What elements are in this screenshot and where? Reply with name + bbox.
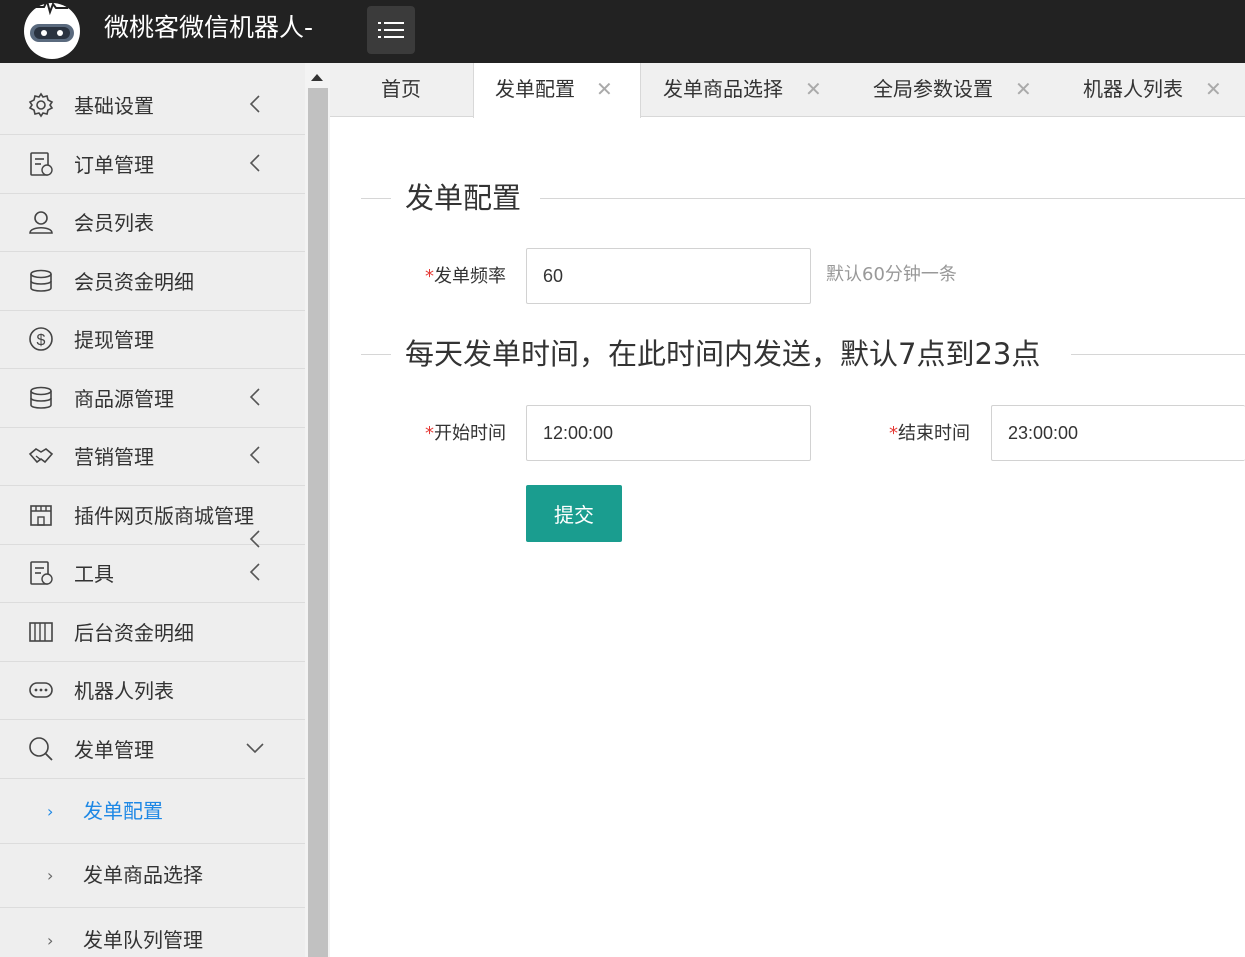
sidebar-item-label: 营销管理 <box>74 445 154 469</box>
sidebar-subitem-label: 发单商品选择 <box>83 863 203 887</box>
sidebar-subitem-label: 发单配置 <box>83 799 163 823</box>
app-title: 微桃客微信机器人- <box>104 13 314 42</box>
sidebar-item-tools[interactable]: 工具 <box>0 545 305 603</box>
chevron-left-icon <box>249 154 260 172</box>
top-header: 微桃客微信机器人- <box>0 0 1245 63</box>
sidebar-item-label: 基础设置 <box>74 94 154 118</box>
sidebar-item-label: 会员列表 <box>74 211 154 235</box>
sidebar-item-product-source[interactable]: 商品源管理 <box>0 370 305 428</box>
chevron-right-icon: › <box>47 802 54 821</box>
svg-text:$: $ <box>37 332 46 349</box>
tab-dispatch-config[interactable]: 发单配置 ✕ <box>473 63 641 118</box>
scrollbar-thumb[interactable] <box>308 88 328 957</box>
legend-divider <box>361 354 391 355</box>
chevron-left-icon <box>249 563 260 581</box>
tab-dispatch-products[interactable]: 发单商品选择 ✕ <box>641 63 841 117</box>
close-icon[interactable]: ✕ <box>805 78 822 100</box>
section-title: 发单配置 <box>405 181 522 215</box>
chevron-down-icon <box>246 743 264 754</box>
sidebar-item-label: 商品源管理 <box>74 387 174 411</box>
menu-toggle-button[interactable] <box>367 6 415 54</box>
required-mark: * <box>425 423 434 444</box>
database-icon <box>30 269 52 292</box>
sidebar-subitem-dispatch-config[interactable]: › 发单配置 <box>0 780 305 844</box>
sidebar-item-label: 订单管理 <box>74 153 154 177</box>
sidebar-item-label: 机器人列表 <box>74 679 174 703</box>
tab-label: 机器人列表 <box>1083 77 1183 101</box>
chat-icon <box>29 682 53 698</box>
frequency-input[interactable] <box>526 248 811 304</box>
section-title: 每天发单时间，在此时间内发送，默认7点到23点 <box>405 337 1041 371</box>
sidebar-subitem-label: 发单队列管理 <box>83 928 203 952</box>
chevron-left-icon <box>249 388 260 406</box>
store-icon <box>30 505 52 526</box>
sidebar-subitem-dispatch-products[interactable]: › 发单商品选择 <box>0 844 305 908</box>
sidebar-item-order-management[interactable]: 订单管理 <box>0 136 305 194</box>
order-icon <box>30 152 53 176</box>
close-icon[interactable]: ✕ <box>1205 78 1222 100</box>
sidebar-item-label: 会员资金明细 <box>74 270 194 294</box>
sidebar-item-member-list[interactable]: 会员列表 <box>0 194 305 252</box>
sidebar-item-dispatch-management[interactable]: 发单管理 <box>0 721 305 779</box>
columns-icon <box>29 622 53 642</box>
sidebar-item-basic-settings[interactable]: 基础设置 <box>0 77 305 135</box>
sidebar-item-member-funds[interactable]: 会员资金明细 <box>0 253 305 311</box>
tab-home[interactable]: 首页 <box>330 63 473 117</box>
dollar-icon: $ <box>29 327 53 351</box>
start-time-label-text: 开始时间 <box>434 423 506 444</box>
sidebar-item-backend-funds[interactable]: 后台资金明细 <box>0 604 305 662</box>
legend-divider <box>361 198 391 199</box>
tab-bar: 首页 发单配置 ✕ 发单商品选择 ✕ 全局参数设置 ✕ 机器人列表 ✕ <box>330 63 1245 118</box>
end-time-label: *结束时间 <box>889 421 970 447</box>
legend-divider <box>540 198 1245 199</box>
sidebar-subitem-dispatch-queue[interactable]: › 发单队列管理 <box>0 909 305 957</box>
main-content: 发单配置 *发单频率 默认60分钟一条 每天发单时间，在此时间内发送，默认7点到… <box>330 118 1245 957</box>
required-mark: * <box>425 266 434 287</box>
sidebar-item-robot-list[interactable]: 机器人列表 <box>0 662 305 720</box>
submit-button[interactable]: 提交 <box>526 485 622 542</box>
close-icon[interactable]: ✕ <box>596 78 613 100</box>
sidebar-item-marketing[interactable]: 营销管理 <box>0 428 305 486</box>
search-icon <box>29 737 53 761</box>
scroll-up-arrow-icon[interactable] <box>306 70 328 84</box>
robot-icon[interactable] <box>20 0 84 60</box>
tab-label: 首页 <box>381 77 421 101</box>
sidebar: 基础设置 订单管理 会员列表 会员资金明细 $ 提现管理 商品源管理 营销管理 … <box>0 63 305 957</box>
handshake-icon <box>28 448 54 464</box>
chevron-left-icon <box>249 446 260 464</box>
sidebar-item-withdraw[interactable]: $ 提现管理 <box>0 311 305 369</box>
sidebar-item-plugin-mall[interactable]: 插件网页版商城管理 <box>0 487 305 548</box>
start-time-label: *开始时间 <box>425 421 506 447</box>
chevron-right-icon: › <box>47 931 54 950</box>
end-time-input[interactable] <box>991 405 1245 461</box>
sidebar-item-label: 后台资金明细 <box>74 621 194 645</box>
required-mark: * <box>889 423 898 444</box>
list-menu-icon <box>378 22 404 38</box>
user-icon <box>29 211 53 234</box>
sidebar-item-label: 工具 <box>74 562 114 586</box>
tab-label: 全局参数设置 <box>873 77 993 101</box>
frequency-label: *发单频率 <box>425 264 506 290</box>
chevron-left-icon <box>249 95 260 113</box>
gear-icon <box>28 92 54 118</box>
close-icon[interactable]: ✕ <box>1015 78 1032 100</box>
end-time-label-text: 结束时间 <box>898 423 970 444</box>
database-icon <box>30 386 52 409</box>
sidebar-item-label: 发单管理 <box>74 738 154 762</box>
chevron-right-icon: › <box>47 866 54 885</box>
start-time-input[interactable] <box>526 405 811 461</box>
sidebar-item-label: 插件网页版商城管理 <box>74 504 254 528</box>
tab-label: 发单商品选择 <box>663 77 783 101</box>
tab-robot-list[interactable]: 机器人列表 ✕ <box>1061 63 1245 117</box>
tab-global-params[interactable]: 全局参数设置 ✕ <box>851 63 1051 117</box>
tab-label: 发单配置 <box>495 77 575 101</box>
order-icon <box>30 561 53 585</box>
frequency-label-text: 发单频率 <box>434 266 506 287</box>
legend-divider <box>1071 354 1245 355</box>
frequency-hint: 默认60分钟一条 <box>826 264 957 285</box>
sidebar-item-label: 提现管理 <box>74 328 154 352</box>
